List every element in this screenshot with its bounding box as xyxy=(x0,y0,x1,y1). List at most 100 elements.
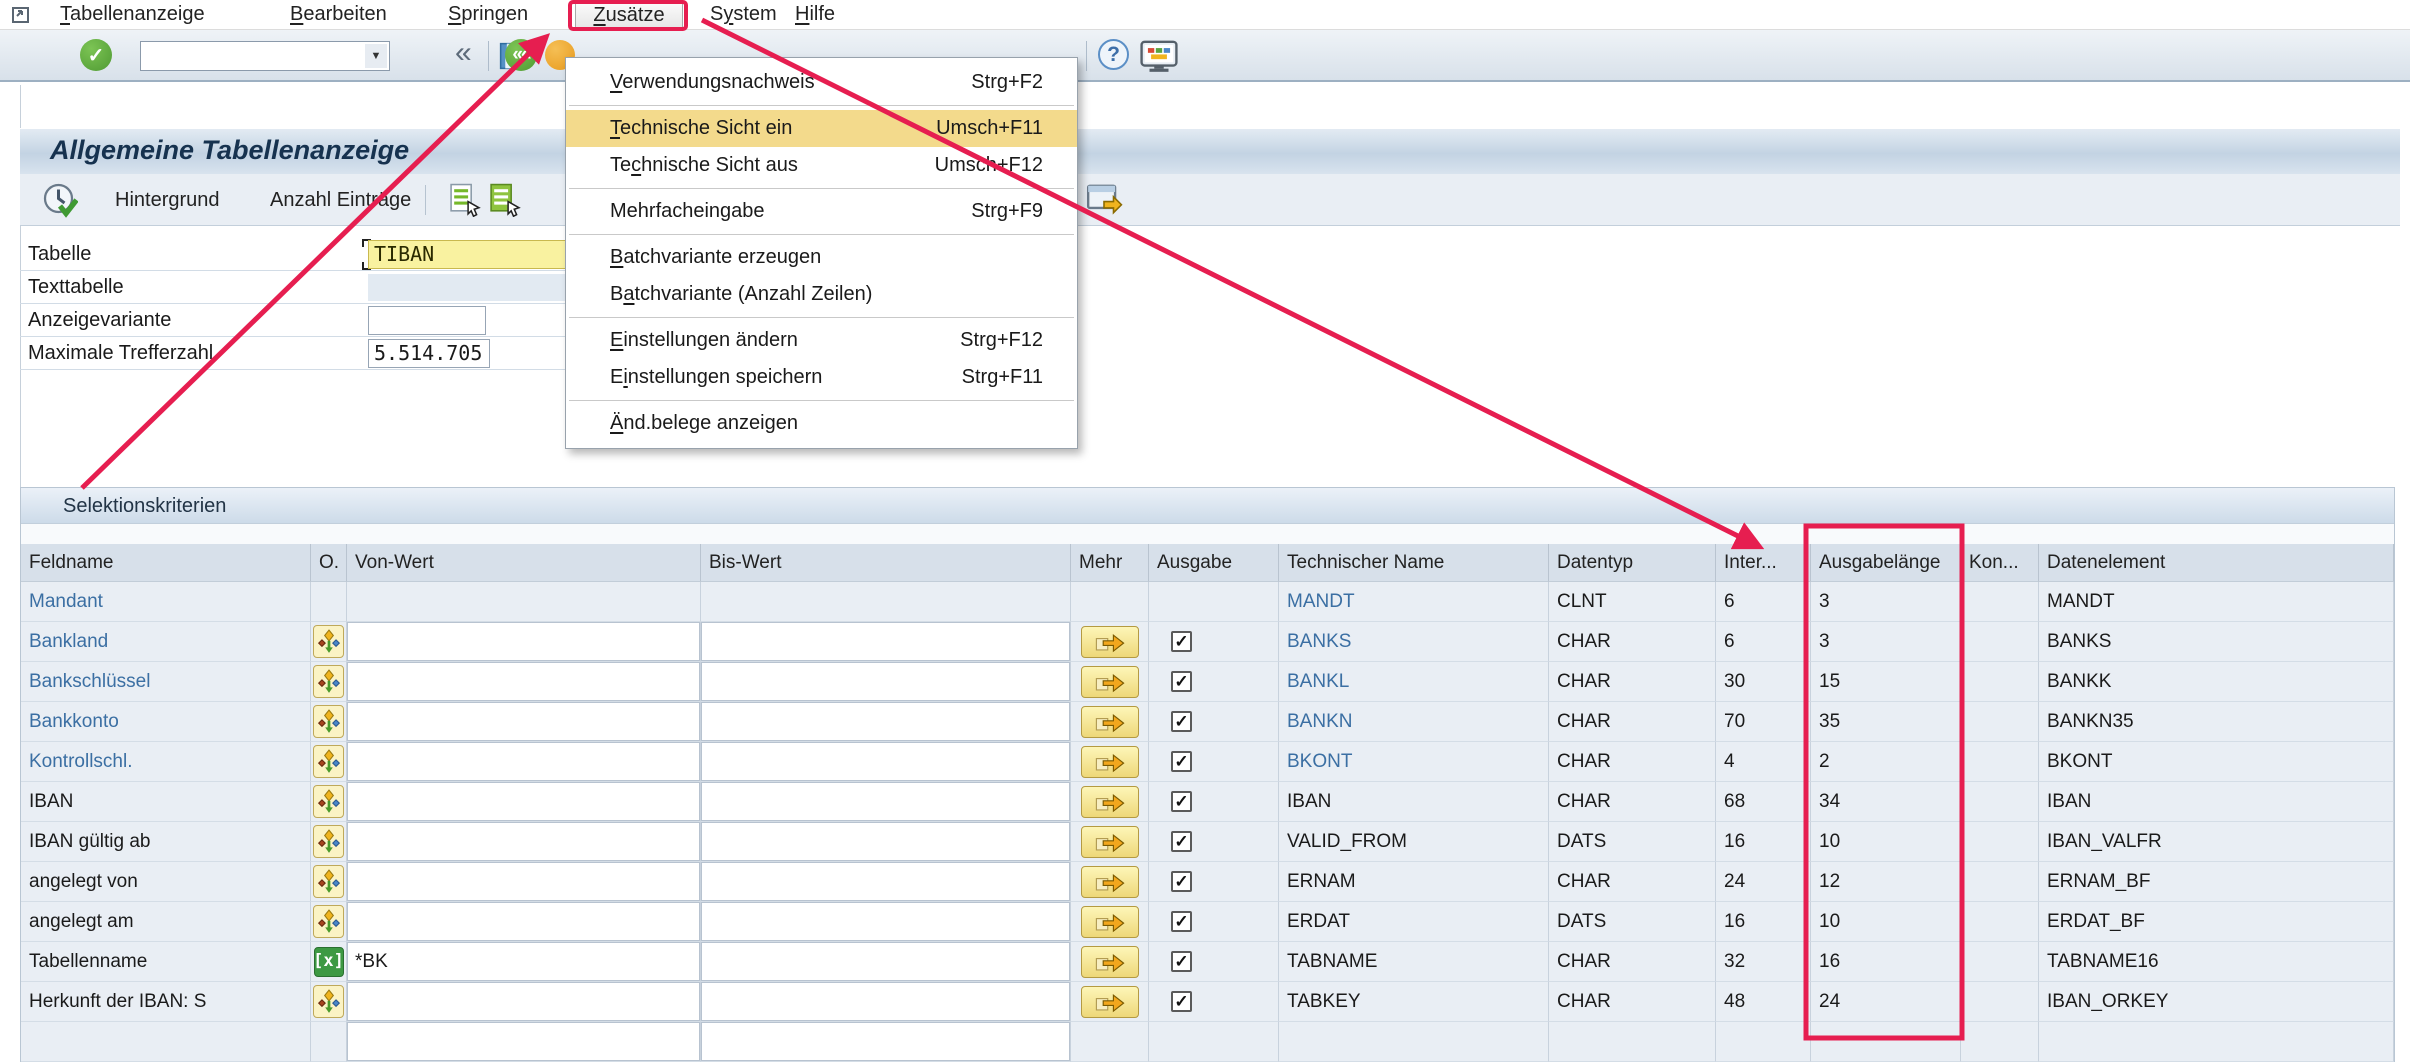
ausgabe-cell[interactable]: ✓ xyxy=(1149,782,1279,822)
mehr-cell[interactable] xyxy=(1071,702,1149,742)
von-wert-input[interactable] xyxy=(347,662,701,702)
column-header-o[interactable]: O. xyxy=(311,544,347,582)
option-cell[interactable] xyxy=(311,702,347,742)
menu-item-technische-sicht-ein[interactable]: Technische Sicht einUmsch+F11 xyxy=(566,110,1077,147)
output-checkbox[interactable]: ✓ xyxy=(1171,711,1192,732)
menu-item-technische-sicht-aus[interactable]: Technische Sicht ausUmsch+F12 xyxy=(566,147,1077,184)
ausgabe-cell[interactable]: ✓ xyxy=(1149,902,1279,942)
ausgabe-cell[interactable]: ✓ xyxy=(1149,622,1279,662)
feldname-cell[interactable]: Tabellenname xyxy=(21,942,311,982)
von-wert-input[interactable] xyxy=(347,742,701,782)
multiselect-icon[interactable] xyxy=(313,865,344,898)
select-block-list-icon[interactable] xyxy=(488,183,522,223)
multiselect-icon[interactable] xyxy=(313,745,344,778)
column-header-technischer-name[interactable]: Technischer Name xyxy=(1279,544,1549,582)
menu-item-batchvariante-anzahl-zeilen[interactable]: Batchvariante (Anzahl Zeilen) xyxy=(566,276,1077,313)
trefferzahl-input[interactable]: 5.514.705 xyxy=(368,339,490,368)
bis-wert-input[interactable] xyxy=(701,942,1071,982)
enter-icon[interactable]: ✓ xyxy=(80,39,112,71)
multiselect-icon[interactable] xyxy=(313,785,344,818)
menu-item-verwendungsnachweis[interactable]: VerwendungsnachweisStrg+F2 xyxy=(566,64,1077,101)
pattern-icon[interactable]: [x] xyxy=(314,947,344,977)
mehr-cell[interactable] xyxy=(1071,742,1149,782)
column-header-ausgabel-nge[interactable]: Ausgabelänge xyxy=(1811,544,1961,582)
mehr-cell[interactable] xyxy=(1071,782,1149,822)
column-header-ausgabe[interactable]: Ausgabe xyxy=(1149,544,1279,582)
bis-wert-input[interactable] xyxy=(701,782,1071,822)
back-icon[interactable]: «« xyxy=(505,39,537,71)
output-checkbox[interactable]: ✓ xyxy=(1171,871,1192,892)
anzeigevariante-input[interactable] xyxy=(368,306,486,335)
more-arrow-icon[interactable] xyxy=(1081,666,1139,698)
ausgabe-cell[interactable]: ✓ xyxy=(1149,662,1279,702)
column-header-bis-wert[interactable]: Bis-Wert xyxy=(701,544,1071,582)
feldname-cell[interactable]: Herkunft der IBAN: S xyxy=(21,982,311,1022)
menu-hilfe[interactable]: Hilfe xyxy=(795,0,835,30)
option-cell[interactable] xyxy=(311,822,347,862)
von-wert-input[interactable] xyxy=(347,1022,701,1062)
bis-wert-input[interactable] xyxy=(701,1022,1071,1062)
feldname-cell[interactable]: Bankkonto xyxy=(21,702,311,742)
mehr-cell[interactable] xyxy=(1071,862,1149,902)
menu-springen[interactable]: Springen xyxy=(448,0,528,30)
option-cell[interactable] xyxy=(311,742,347,782)
more-arrow-icon[interactable] xyxy=(1081,626,1139,658)
command-dropdown-icon[interactable]: ▼ xyxy=(365,44,387,68)
option-cell[interactable] xyxy=(311,902,347,942)
option-cell[interactable] xyxy=(311,782,347,822)
anzahl-eintraege-button[interactable]: Anzahl Einträge xyxy=(270,174,411,226)
output-checkbox[interactable]: ✓ xyxy=(1171,831,1192,852)
von-wert-input[interactable] xyxy=(347,782,701,822)
ausgabe-cell[interactable]: ✓ xyxy=(1149,702,1279,742)
output-checkbox[interactable]: ✓ xyxy=(1171,991,1192,1012)
mehr-cell[interactable] xyxy=(1071,662,1149,702)
menu-system[interactable]: System xyxy=(710,0,777,30)
von-wert-input[interactable] xyxy=(347,982,701,1022)
command-field[interactable] xyxy=(143,44,363,68)
mehr-cell[interactable] xyxy=(1071,942,1149,982)
output-checkbox[interactable]: ✓ xyxy=(1171,631,1192,652)
menu-item-einstellungen-ndern[interactable]: Einstellungen ändernStrg+F12 xyxy=(566,322,1077,359)
menu-item-nd-belege-anzeigen[interactable]: Änd.belege anzeigen xyxy=(566,405,1077,442)
von-wert-input[interactable] xyxy=(347,902,701,942)
feldname-cell[interactable]: Bankschlüssel xyxy=(21,662,311,702)
change-layout-icon[interactable] xyxy=(1085,182,1123,224)
mehr-cell[interactable] xyxy=(1071,822,1149,862)
help-icon[interactable]: ? xyxy=(1098,39,1129,70)
execute-clock-icon[interactable] xyxy=(42,182,78,224)
more-arrow-icon[interactable] xyxy=(1081,746,1139,778)
menu-item-mehrfacheingabe[interactable]: MehrfacheingabeStrg+F9 xyxy=(566,193,1077,230)
more-arrow-icon[interactable] xyxy=(1081,866,1139,898)
new-session-icon[interactable] xyxy=(1140,38,1178,80)
feldname-cell[interactable]: Mandant xyxy=(21,582,311,622)
mehr-cell[interactable] xyxy=(1071,982,1149,1022)
more-arrow-icon[interactable] xyxy=(1081,826,1139,858)
menu-item-einstellungen-speichern[interactable]: Einstellungen speichernStrg+F11 xyxy=(566,359,1077,396)
multiselect-icon[interactable] xyxy=(313,705,344,738)
multiselect-icon[interactable] xyxy=(313,665,344,698)
feldname-cell[interactable]: Bankland xyxy=(21,622,311,662)
output-checkbox[interactable]: ✓ xyxy=(1171,671,1192,692)
ausgabe-cell[interactable]: ✓ xyxy=(1149,822,1279,862)
column-header-datentyp[interactable]: Datentyp xyxy=(1549,544,1716,582)
bis-wert-input[interactable] xyxy=(701,582,1071,622)
bis-wert-input[interactable] xyxy=(701,822,1071,862)
multiselect-icon[interactable] xyxy=(313,825,344,858)
ausgabe-cell[interactable]: ✓ xyxy=(1149,742,1279,782)
column-header-kon[interactable]: Kon... xyxy=(1961,544,2039,582)
more-arrow-icon[interactable] xyxy=(1081,906,1139,938)
von-wert-input[interactable]: *BK xyxy=(347,942,701,982)
von-wert-input[interactable] xyxy=(347,622,701,662)
bis-wert-input[interactable] xyxy=(701,702,1071,742)
ausgabe-cell[interactable]: ✓ xyxy=(1149,862,1279,902)
feldname-cell[interactable]: Kontrollschl. xyxy=(21,742,311,782)
mehr-cell[interactable] xyxy=(1071,622,1149,662)
output-checkbox[interactable]: ✓ xyxy=(1171,951,1192,972)
output-checkbox[interactable]: ✓ xyxy=(1171,791,1192,812)
ausgabe-cell[interactable]: ✓ xyxy=(1149,982,1279,1022)
more-arrow-icon[interactable] xyxy=(1081,946,1139,978)
option-cell[interactable] xyxy=(311,862,347,902)
collapse-icon[interactable]: « xyxy=(455,36,472,70)
menu-tabellenanzeige[interactable]: Tabellenanzeige xyxy=(60,0,205,30)
von-wert-input[interactable] xyxy=(347,862,701,902)
